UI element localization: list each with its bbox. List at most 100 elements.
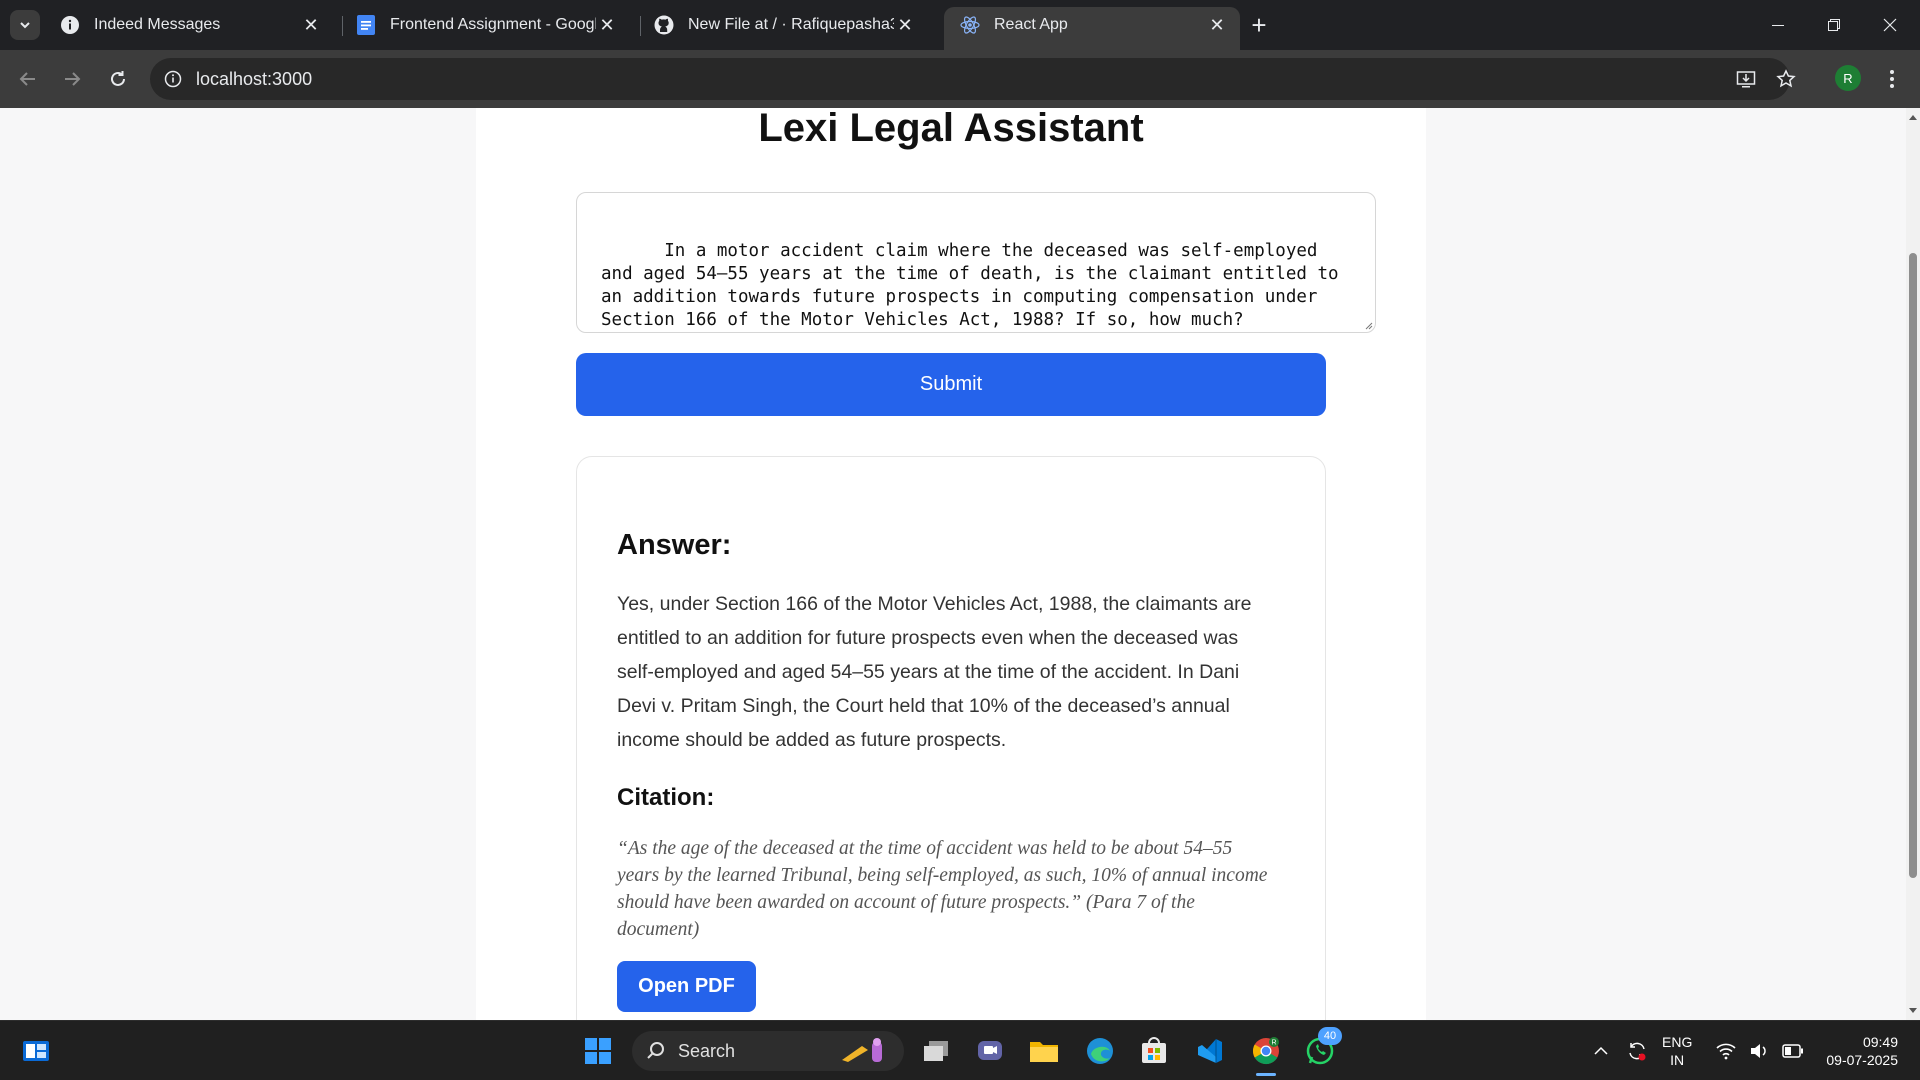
page-scrollbar[interactable] xyxy=(1906,108,1920,1020)
close-tab-icon[interactable]: ✕ xyxy=(894,14,916,36)
edge-icon xyxy=(1087,1038,1113,1064)
minimize-button[interactable] xyxy=(1750,0,1806,50)
reload-button[interactable] xyxy=(100,61,136,97)
widgets-button[interactable] xyxy=(14,1029,58,1073)
tab-title: Indeed Messages xyxy=(94,16,221,33)
tab-title: New File at / · Rafiquepasha30/ xyxy=(688,16,894,33)
browser-toolbar: localhost:3000 R xyxy=(0,50,1920,108)
chrome-button[interactable]: R xyxy=(1244,1029,1288,1073)
wifi-icon xyxy=(1716,1043,1736,1060)
microsoft-store-button[interactable] xyxy=(1132,1029,1176,1073)
scroll-down-icon[interactable] xyxy=(1908,1006,1918,1016)
back-button[interactable] xyxy=(10,61,46,97)
new-tab-button[interactable]: + xyxy=(1244,10,1274,40)
question-textarea[interactable]: In a motor accident claim where the dece… xyxy=(576,192,1376,333)
page-viewport: Lexi Legal Assistant In a motor accident… xyxy=(0,108,1906,1020)
active-app-indicator xyxy=(1256,1073,1276,1076)
task-view-button[interactable] xyxy=(914,1029,958,1073)
search-label: Search xyxy=(678,1040,736,1061)
sync-status-button[interactable] xyxy=(1620,1029,1654,1073)
chrome-icon: R xyxy=(1252,1037,1279,1065)
question-text[interactable]: In a motor accident claim where the dece… xyxy=(601,241,1349,330)
restore-button[interactable] xyxy=(1806,0,1862,50)
folder-icon xyxy=(1030,1042,1058,1062)
file-explorer-button[interactable] xyxy=(1022,1029,1066,1073)
install-icon xyxy=(1736,71,1756,88)
vscode-icon xyxy=(1198,1039,1222,1063)
task-view-icon xyxy=(924,1041,948,1061)
notification-badge: 40 xyxy=(1318,1027,1342,1045)
tab-react-app[interactable]: React App ✕ xyxy=(944,7,1240,50)
arrow-left-icon xyxy=(19,72,35,86)
vscode-button[interactable] xyxy=(1188,1029,1232,1073)
minimize-icon xyxy=(1772,25,1784,26)
submit-button[interactable]: Submit xyxy=(576,353,1326,416)
taskbar-search[interactable]: Search xyxy=(632,1031,904,1071)
widgets-icon xyxy=(23,1041,49,1061)
svg-text:R: R xyxy=(1271,1040,1276,1047)
star-icon xyxy=(1776,69,1796,88)
react-icon xyxy=(960,15,980,35)
edge-browser-button[interactable] xyxy=(1078,1029,1122,1073)
quick-settings-button[interactable] xyxy=(1710,1029,1810,1073)
answer-card: Answer: Yes, under Section 166 of the Mo… xyxy=(576,456,1326,1020)
page-title: Lexi Legal Assistant xyxy=(758,108,1144,150)
info-icon xyxy=(60,15,80,35)
clock-date: 09-07-2025 xyxy=(1826,1052,1898,1068)
windows-start-icon xyxy=(585,1038,611,1064)
scroll-thumb[interactable] xyxy=(1909,253,1917,878)
github-icon xyxy=(654,15,674,35)
tab-github-new-file[interactable]: New File at / · Rafiquepasha30/ ✕ xyxy=(638,7,928,43)
browser-menu-button[interactable] xyxy=(1874,61,1910,97)
answer-text: Yes, under Section 166 of the Motor Vehi… xyxy=(617,593,1252,751)
tab-search-button[interactable] xyxy=(10,10,40,40)
chevron-up-icon xyxy=(1594,1046,1608,1055)
system-clock[interactable]: 09:49 09-07-2025 xyxy=(1816,1033,1898,1069)
sync-icon xyxy=(1629,1042,1646,1061)
url-text[interactable]: localhost:3000 xyxy=(196,69,312,90)
tab-title: React App xyxy=(994,16,1068,33)
store-icon xyxy=(1142,1037,1166,1063)
volume-icon xyxy=(1750,1044,1766,1058)
google-docs-icon xyxy=(356,15,376,35)
restore-icon xyxy=(1828,19,1840,31)
tab-title: Frontend Assignment - Google xyxy=(390,16,596,33)
answer-heading: Answer: xyxy=(617,529,732,561)
battery-icon xyxy=(1781,1044,1803,1058)
chevron-down-icon xyxy=(20,22,30,29)
site-info-icon[interactable] xyxy=(164,70,182,88)
close-tab-icon[interactable]: ✕ xyxy=(1206,14,1228,36)
address-bar[interactable]: localhost:3000 xyxy=(150,58,1790,100)
close-tab-icon[interactable]: ✕ xyxy=(300,14,322,36)
teams-chat-button[interactable] xyxy=(968,1029,1012,1073)
tab-frontend-assignment[interactable]: Frontend Assignment - Google ✕ xyxy=(340,7,630,43)
show-hidden-icons-button[interactable] xyxy=(1586,1029,1616,1073)
close-tab-icon[interactable]: ✕ xyxy=(596,14,618,36)
citation-text: “As the age of the deceased at the time … xyxy=(617,838,1268,940)
region-code: IN xyxy=(1670,1052,1685,1068)
tab-indeed-messages[interactable]: Indeed Messages ✕ xyxy=(44,7,334,43)
clock-time: 09:49 xyxy=(1862,1034,1898,1050)
search-highlight-icon xyxy=(842,1038,882,1062)
language-indicator[interactable]: ENG IN xyxy=(1662,1033,1692,1069)
profile-avatar[interactable]: R xyxy=(1835,65,1861,91)
scroll-up-icon[interactable] xyxy=(1908,112,1918,122)
windows-taskbar: Search R 40 ENG IN 09:49 09-07-2025 xyxy=(0,1020,1920,1080)
more-vertical-icon xyxy=(1890,70,1894,88)
app-container: Lexi Legal Assistant In a motor accident… xyxy=(476,108,1426,1020)
start-button[interactable] xyxy=(576,1029,620,1073)
bookmark-button[interactable] xyxy=(1768,61,1804,97)
open-pdf-button[interactable]: Open PDF xyxy=(617,961,756,1012)
reload-icon xyxy=(111,71,125,86)
install-app-button[interactable] xyxy=(1728,61,1764,97)
search-icon xyxy=(647,1042,664,1059)
resize-handle-icon[interactable] xyxy=(1363,320,1373,330)
citation-heading: Citation: xyxy=(617,784,715,811)
language-code: ENG xyxy=(1662,1034,1693,1050)
close-window-button[interactable] xyxy=(1862,0,1918,50)
forward-button[interactable] xyxy=(54,61,90,97)
close-icon xyxy=(1883,18,1897,32)
browser-tab-strip: Indeed Messages ✕ Frontend Assignment - … xyxy=(0,0,1920,50)
arrow-right-icon xyxy=(65,72,81,86)
chat-icon xyxy=(978,1041,1002,1060)
